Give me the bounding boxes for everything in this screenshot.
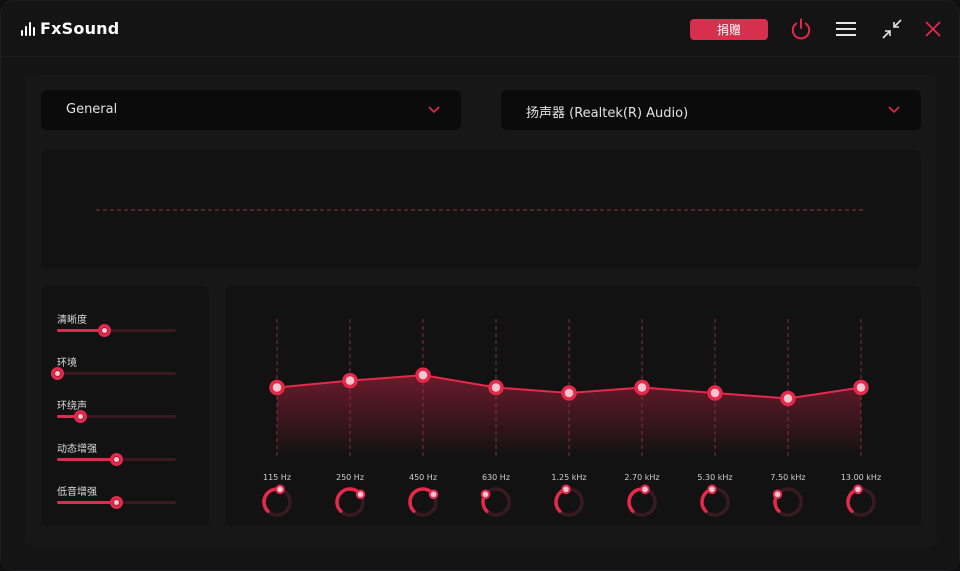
app-name: FxSound [40, 19, 120, 38]
effect-slider-thumb[interactable] [50, 367, 64, 380]
equalizer-graph [262, 319, 876, 517]
eq-knob-handle[interactable] [707, 484, 717, 495]
effect-slider-fill [57, 458, 117, 461]
preset-dropdown[interactable]: General [41, 90, 461, 130]
eq-band-handle[interactable] [269, 379, 285, 396]
eq-knob-handle[interactable] [275, 484, 285, 495]
effect-slider-thumb[interactable] [98, 324, 112, 337]
eq-knob-handle[interactable] [853, 484, 863, 495]
eq-knob-handle[interactable] [428, 489, 439, 500]
effect-slider[interactable] [57, 324, 176, 337]
spectrum-baseline [96, 209, 863, 211]
effect-label: 低音增强 [57, 487, 97, 498]
eq-band-handle[interactable] [415, 367, 431, 383]
eq-band-frequency: 115 Hz [262, 473, 292, 482]
effect-slider[interactable] [50, 367, 176, 380]
eq-band-frequency: 7.50 kHz [770, 473, 806, 482]
eq-band-frequency: 450 Hz [408, 473, 438, 482]
eq-band-handle[interactable] [488, 379, 504, 396]
eq-band-handle[interactable] [561, 385, 577, 401]
effect-slider-fill [57, 501, 117, 504]
eq-band-handle[interactable] [780, 390, 796, 407]
eq-knob-handle[interactable] [480, 489, 491, 500]
effect-slider[interactable] [57, 453, 176, 466]
preset-value: General [66, 102, 118, 117]
eq-band-frequency: 250 Hz [335, 473, 365, 482]
effect-slider[interactable] [57, 496, 176, 509]
eq-band-frequency: 630 Hz [481, 473, 511, 482]
eq-knob-handle[interactable] [355, 489, 366, 500]
donate-button[interactable]: 捐赠 [690, 19, 768, 40]
eq-band-frequency: 13.00 kHz [840, 473, 882, 482]
effect-slider-thumb[interactable] [74, 410, 88, 423]
chevron-down-icon [428, 106, 440, 114]
title-bar: FxSound 捐赠 [1, 1, 959, 57]
menu-icon[interactable] [832, 15, 860, 43]
chevron-down-icon [888, 106, 900, 114]
output-device-value: 扬声器 (Realtek(R) Audio) [526, 106, 689, 121]
effect-slider[interactable] [57, 410, 176, 423]
app-window: FxSound 捐赠 General 扬声器 (Realtek(R) Audio… [0, 0, 960, 571]
eq-band-handle[interactable] [634, 379, 650, 396]
eq-band-frequency: 5.30 kHz [697, 473, 733, 482]
eq-knob-handle[interactable] [640, 484, 650, 495]
power-icon[interactable] [787, 15, 815, 43]
effect-slider-thumb[interactable] [110, 453, 123, 466]
app-logo: FxSound [21, 19, 119, 38]
effect-label: 清晰度 [57, 315, 87, 326]
equalizer-panel: 115 Hz 250 Hz 450 Hz 630 Hz 1.25 kHz 2.70 kHz… [225, 286, 921, 526]
effect-label: 动态增强 [57, 444, 97, 455]
fxsound-logo-icon [21, 21, 35, 36]
spectrum-visualizer [41, 150, 921, 269]
minimize-icon[interactable] [878, 15, 906, 43]
output-device-dropdown[interactable]: 扬声器 (Realtek(R) Audio) [501, 90, 921, 130]
eq-band-frequency: 2.70 kHz [624, 473, 660, 482]
eq-knob-handle[interactable] [561, 484, 571, 495]
eq-band-handle[interactable] [707, 385, 723, 401]
close-icon[interactable] [919, 15, 947, 43]
eq-band-handle[interactable] [342, 372, 358, 389]
eq-band-frequency: 1.25 kHz [551, 473, 587, 482]
eq-knob-handle[interactable] [772, 489, 783, 500]
effect-slider-thumb[interactable] [110, 496, 123, 509]
effects-panel: 清晰度 环境 环绕声 动态增强 低音增强 [41, 286, 209, 526]
eq-band-handle[interactable] [853, 379, 869, 396]
